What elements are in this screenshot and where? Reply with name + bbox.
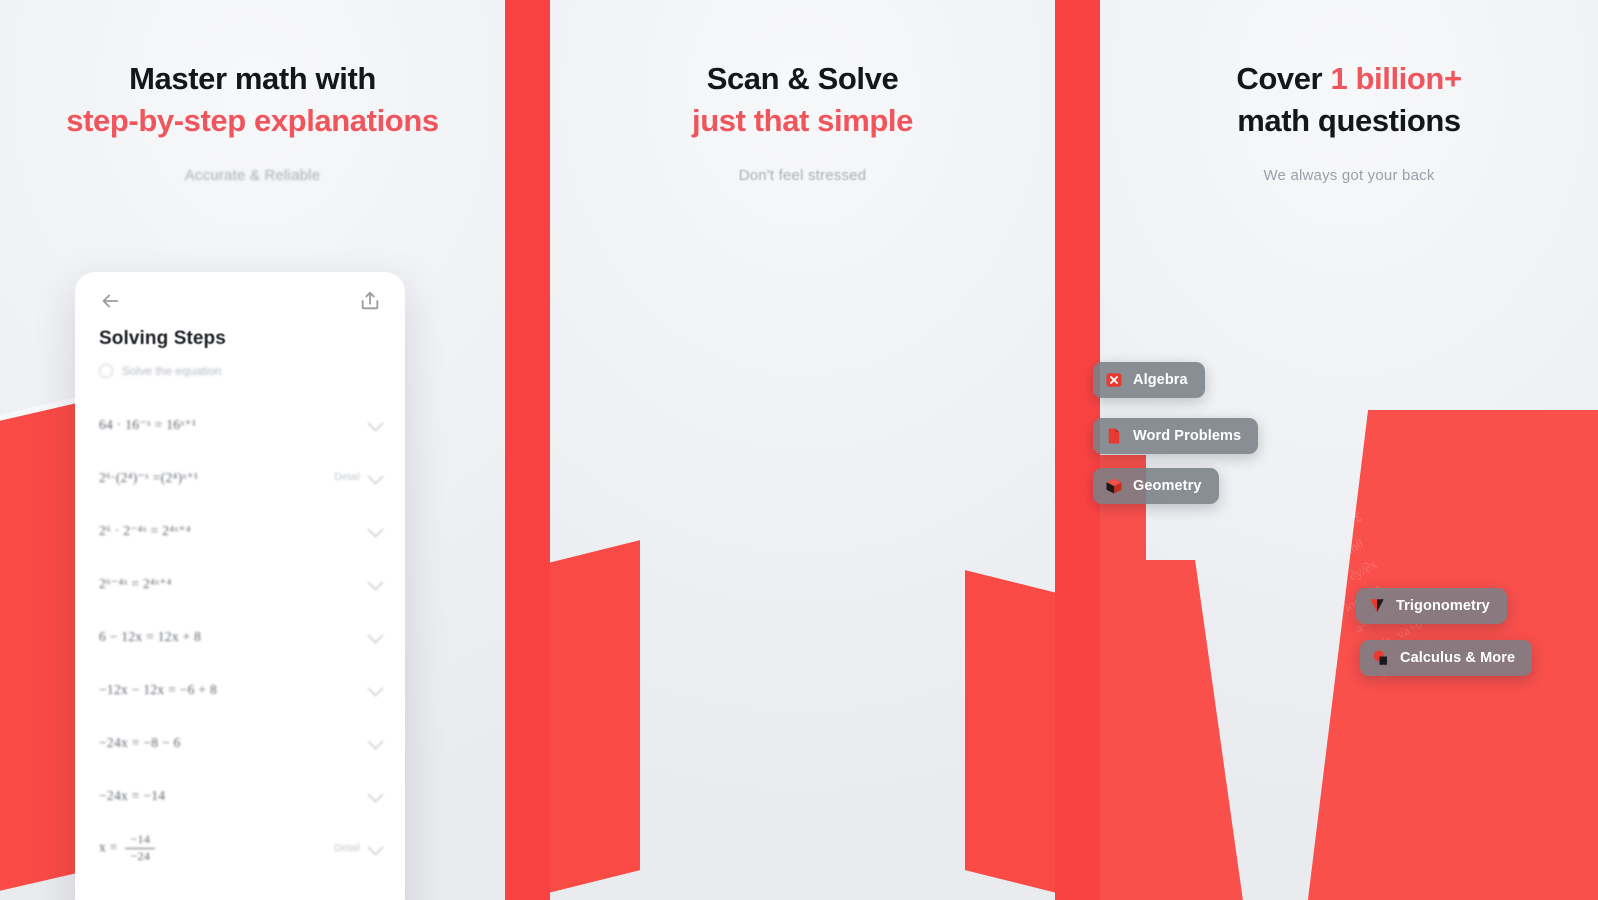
category-badge-calculus[interactable]: Calculus & More <box>1360 640 1533 676</box>
step-equation: 6 − 12x = 12x + 8 <box>99 628 202 644</box>
algebra-x-icon <box>1105 371 1123 389</box>
step-equation: 2⁶·(2⁴)⁻ˣ =(2⁴)ˣ⁺¹ <box>99 469 199 485</box>
fraction-numerator: −14 <box>130 832 151 846</box>
panel-1-headline-line1: Master math with <box>129 61 376 96</box>
panel-1-headline-line2: step-by-step explanations <box>66 102 439 138</box>
step-equation: 64 · 16⁻ˣ = 16ˣ⁺¹ <box>99 416 197 432</box>
panel-1-subtitle: Accurate & Reliable <box>184 167 321 185</box>
panel-1-header: Master math with step-by-step explanatio… <box>0 58 505 184</box>
chevron-down-icon[interactable] <box>367 574 384 590</box>
chevron-down-icon[interactable] <box>367 786 384 802</box>
panel-divider-2 <box>1055 0 1100 900</box>
category-badge-trigonometry[interactable]: Trigonometry <box>1356 588 1507 624</box>
category-badge-label: Calculus & More <box>1400 650 1516 666</box>
fraction: −14 −24 <box>125 832 156 864</box>
panel-2-header: Scan & Solve just that simple Don't feel… <box>550 58 1055 184</box>
chevron-down-icon[interactable] <box>367 521 384 537</box>
back-arrow-icon[interactable] <box>99 290 121 312</box>
panel-2-subtitle: Don't feel stressed <box>738 167 867 185</box>
red-decor-block-left <box>1100 560 1195 900</box>
step-equation: −12x − 12x = −6 + 8 <box>99 681 218 697</box>
step-hint: Detail <box>334 843 360 854</box>
document-icon <box>1105 427 1123 445</box>
phone-1-note-text: Solve the equation <box>122 364 222 378</box>
panel-divider-1 <box>505 0 550 900</box>
step-equation: 2⁶⁻⁴ˣ = 2⁴ˣ⁺⁴ <box>99 575 172 591</box>
red-decor-wedge-right <box>965 570 1055 900</box>
panel-master-math: Master math with step-by-step explanatio… <box>0 0 505 900</box>
phone-mock-solving-steps: Solving Steps Solve the equation 64 · 16… <box>75 272 405 900</box>
chevron-down-icon[interactable] <box>367 627 384 643</box>
step-row[interactable]: −24x = −14 <box>75 769 405 822</box>
step-equation: −24x = −8 − 6 <box>99 734 181 750</box>
fraction-denominator: −24 <box>130 849 151 864</box>
chevron-down-icon[interactable] <box>367 733 384 749</box>
solving-steps-list: 64 · 16⁻ˣ = 16ˣ⁺¹ 2⁶·(2⁴)⁻ˣ =(2⁴)ˣ⁺¹ Deta… <box>75 378 405 875</box>
chevron-down-icon[interactable] <box>367 415 384 431</box>
share-icon[interactable] <box>359 290 381 312</box>
chevron-down-icon[interactable] <box>367 468 384 484</box>
panel-3-headline-line1: Cover 1 billion+ <box>1100 58 1598 100</box>
step-row[interactable]: 2⁶⁻⁴ˣ = 2⁴ˣ⁺⁴ <box>75 557 405 610</box>
panel-3-subtitle: We always got your back <box>1263 167 1435 185</box>
panel-2-headline-line1: Scan & Solve <box>706 61 899 96</box>
screenshot-root: Master math with step-by-step explanatio… <box>0 0 1598 900</box>
category-badge-algebra[interactable]: Algebra <box>1093 362 1205 398</box>
step-row[interactable]: 64 · 16⁻ˣ = 16ˣ⁺¹ <box>75 398 405 451</box>
step-equation: −24x = −14 <box>99 787 166 803</box>
step-row-fraction[interactable]: x = −14 −24 Detail <box>75 822 405 875</box>
red-decor-wedge-left <box>550 540 640 900</box>
chevron-down-icon[interactable] <box>367 680 384 696</box>
step-hint: Detail <box>334 472 360 483</box>
panel-scan-solve: Scan & Solve just that simple Don't feel… <box>550 0 1055 900</box>
step-equation: 2⁶ · 2⁻⁴ˣ = 2⁴ˣ⁺⁴ <box>99 522 191 538</box>
step-row[interactable]: −24x = −8 − 6 <box>75 716 405 769</box>
headline-prefix: Cover <box>1236 61 1331 96</box>
phone-1-title: Solving Steps <box>99 328 226 349</box>
category-badge-geometry[interactable]: Geometry <box>1093 468 1219 504</box>
chevron-down-icon[interactable] <box>367 839 384 855</box>
step-row[interactable]: 6 − 12x = 12x + 8 <box>75 610 405 663</box>
step-equation-lhs: x = <box>99 839 118 855</box>
step-equation: x = −14 −24 <box>99 832 156 864</box>
phone-1-note: Solve the equation <box>75 350 405 378</box>
panel-3-header: Cover 1 billion+ math questions We alway… <box>1100 58 1598 184</box>
triangle-ruler-icon <box>1368 597 1386 615</box>
phone-1-topbar <box>75 272 405 312</box>
category-badge-label: Geometry <box>1133 478 1202 494</box>
integral-icon <box>1372 649 1390 667</box>
step-row[interactable]: −12x − 12x = −6 + 8 <box>75 663 405 716</box>
category-badge-label: Trigonometry <box>1396 598 1490 614</box>
panel-3-headline-line2: math questions <box>1237 102 1461 138</box>
step-row[interactable]: 2⁶ · 2⁻⁴ˣ = 2⁴ˣ⁺⁴ <box>75 504 405 557</box>
step-row[interactable]: 2⁶·(2⁴)⁻ˣ =(2⁴)ˣ⁺¹ Detail <box>75 451 405 504</box>
category-badge-label: Algebra <box>1133 372 1188 388</box>
category-badge-label: Word Problems <box>1133 428 1242 444</box>
panel-2-headline-line2: just that simple <box>692 102 913 138</box>
headline-accent: 1 billion+ <box>1330 61 1462 96</box>
cube-icon <box>1105 477 1123 495</box>
category-badge-word-problems[interactable]: Word Problems <box>1093 418 1259 454</box>
note-bullet-icon <box>99 364 113 378</box>
